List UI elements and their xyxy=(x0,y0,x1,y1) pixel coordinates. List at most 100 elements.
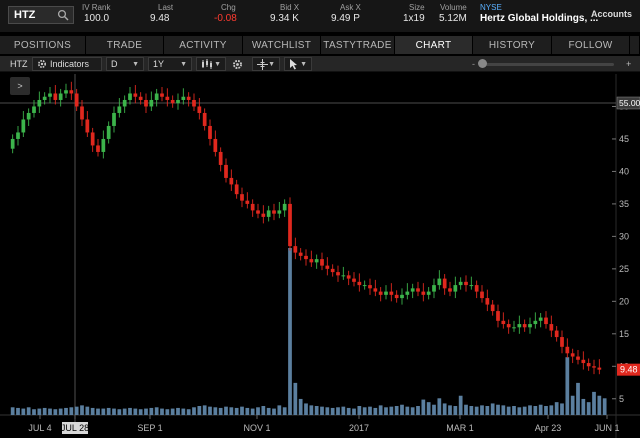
volume-bar xyxy=(330,407,335,415)
candle-body xyxy=(282,203,287,211)
candle-body xyxy=(165,96,170,100)
candle-body xyxy=(362,285,367,287)
candle-body xyxy=(346,275,351,279)
candle-body xyxy=(64,90,68,94)
zoom-out-button[interactable]: - xyxy=(472,57,475,71)
volume-bar xyxy=(37,408,42,415)
y-tick-label: 20 xyxy=(619,296,629,306)
candle-body xyxy=(464,281,468,286)
candle-body xyxy=(485,298,490,305)
volume-bar xyxy=(560,403,564,415)
range-select[interactable]: 1Y ▼ xyxy=(148,57,192,71)
symbol-input[interactable]: HTZ xyxy=(8,6,74,24)
crosshair-select[interactable]: ▼ xyxy=(252,57,280,71)
volume-bar xyxy=(234,407,239,415)
interval-select[interactable]: D ▼ xyxy=(106,57,144,71)
tab-watchlist[interactable]: WATCHLIST xyxy=(243,36,321,54)
candle-body xyxy=(277,210,282,214)
candle-body xyxy=(250,203,255,211)
price-chart[interactable]: > 5045403530252015105 JUL 4JUL 28SEP 1NO… xyxy=(0,74,640,438)
zoom-slider-track[interactable] xyxy=(484,63,614,66)
chart-style-select[interactable]: ▼ xyxy=(196,57,226,71)
chart-area[interactable]: > 5045403530252015105 JUL 4JUL 28SEP 1NO… xyxy=(0,74,640,438)
candle-body xyxy=(69,90,74,94)
volume-bar xyxy=(298,398,303,415)
zoom-slider-handle[interactable] xyxy=(478,59,487,68)
volume-bar xyxy=(48,408,52,415)
candle-body xyxy=(570,353,575,357)
volume-bar xyxy=(368,406,372,415)
candle-body xyxy=(176,99,180,104)
iv-rank-label: IV Rank xyxy=(82,3,111,12)
last-value: 9.48 xyxy=(150,13,170,24)
volume-bar xyxy=(277,405,282,415)
tab-follow[interactable]: FOLLOW xyxy=(552,36,630,54)
candle-body xyxy=(154,93,159,100)
volume-bar xyxy=(341,406,346,415)
accounts-button[interactable]: Accounts xyxy=(591,9,632,19)
volume-bar xyxy=(69,407,74,415)
candle-body xyxy=(490,304,495,312)
volume-bar xyxy=(245,407,250,415)
cursor-arrow-icon xyxy=(290,58,297,69)
volume-bar xyxy=(16,407,20,415)
volume-bar xyxy=(496,404,500,415)
tab-trade[interactable]: TRADE xyxy=(86,36,164,54)
volume-bar xyxy=(320,406,324,415)
volume-bar xyxy=(410,407,415,415)
candle-body xyxy=(341,275,346,277)
x-tick-label: SEP 1 xyxy=(137,423,162,433)
y-tick-label: 40 xyxy=(619,166,629,176)
candle-body xyxy=(138,96,143,100)
volume-bar xyxy=(469,406,474,415)
ask-label: Ask X xyxy=(340,3,361,12)
volume-bar xyxy=(144,408,148,415)
candle-body xyxy=(298,252,303,256)
volume-bar xyxy=(304,403,308,415)
tab-positions[interactable]: POSITIONS xyxy=(0,36,86,54)
volume-bar xyxy=(128,407,132,415)
candle-body xyxy=(288,203,292,247)
volume-bar xyxy=(101,408,106,415)
chart-settings-button[interactable] xyxy=(232,57,243,71)
candle-body xyxy=(117,106,122,113)
y-tick-label: 35 xyxy=(619,199,629,209)
candle-body xyxy=(133,93,138,97)
chevron-down-icon: ▼ xyxy=(214,60,221,68)
volume-bar xyxy=(522,406,527,415)
volume-bar xyxy=(394,406,399,415)
tab-activity[interactable]: ACTIVITY xyxy=(164,36,243,54)
zoom-in-button[interactable]: + xyxy=(626,57,631,71)
candle-body xyxy=(90,132,95,146)
candle-body xyxy=(320,259,324,266)
tab-tastytrade[interactable]: TASTYTRADE xyxy=(321,36,395,54)
candle-body xyxy=(426,291,431,295)
volume-bar xyxy=(288,248,292,415)
volume-bar xyxy=(266,407,271,415)
tab-chart[interactable]: CHART xyxy=(395,36,473,54)
volume-value: 5.12M xyxy=(439,13,467,24)
cursor-select[interactable]: ▼ xyxy=(284,57,312,71)
candle-body xyxy=(85,119,90,133)
chevron-down-icon: ▼ xyxy=(268,60,275,68)
volume-bar xyxy=(554,402,559,415)
candle-body xyxy=(394,294,399,299)
candle-body xyxy=(400,294,404,299)
candle-body xyxy=(469,285,474,287)
volume-bar xyxy=(138,409,143,415)
search-icon[interactable] xyxy=(57,9,69,21)
volume-bar xyxy=(362,407,367,415)
tab-overflow[interactable] xyxy=(630,36,640,54)
candle-body xyxy=(389,291,394,295)
range-value: 1Y xyxy=(153,59,165,69)
candle-body xyxy=(405,291,410,295)
candle-body xyxy=(26,112,31,120)
indicators-button[interactable]: Indicators xyxy=(32,57,102,71)
candle-body xyxy=(32,106,36,113)
volume-bar xyxy=(80,405,84,415)
candle-body xyxy=(53,93,58,100)
candle-body xyxy=(229,177,234,185)
volume-bar xyxy=(154,407,159,415)
tab-history[interactable]: HISTORY xyxy=(473,36,552,54)
volume-bar xyxy=(586,402,591,415)
